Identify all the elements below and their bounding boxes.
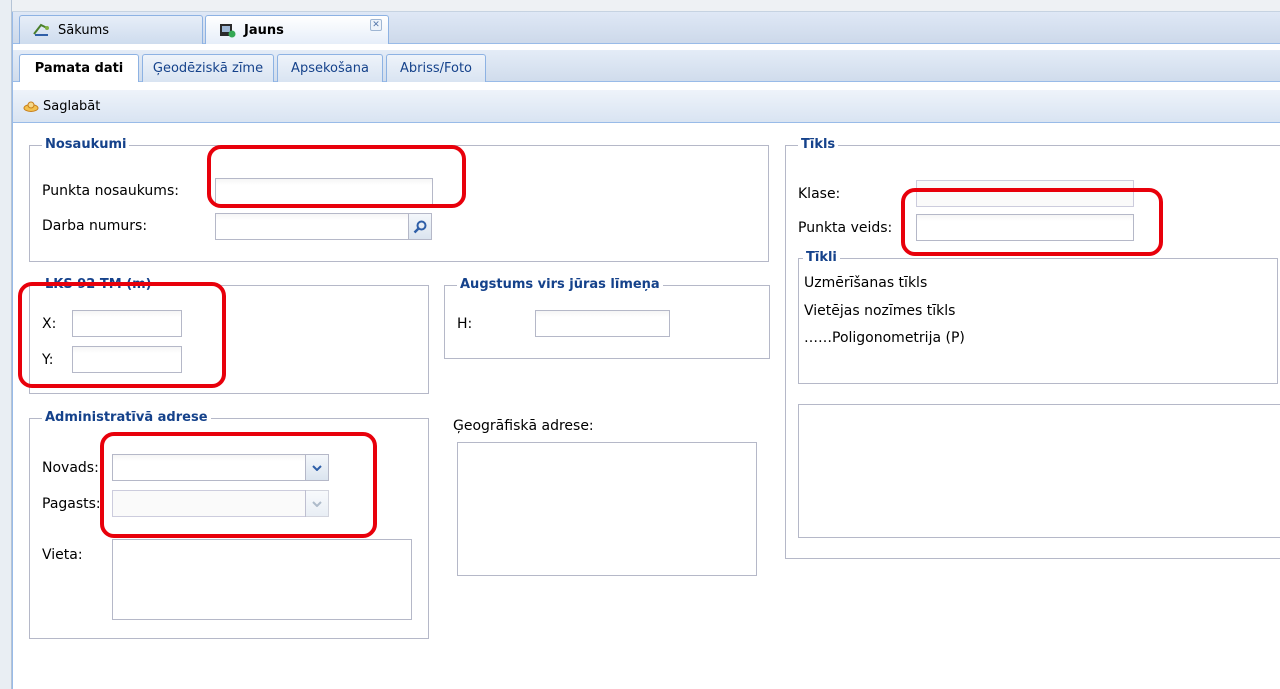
tab-sakums[interactable]: Sākums (19, 15, 203, 44)
editor-window: Sākums Jauns ✕ Pamata dati Ģeodēziskā zī… (12, 12, 1280, 689)
darba-numurs-input[interactable] (215, 213, 409, 240)
fieldset-lks: LKS 92 TM (m) X: Y: (29, 277, 429, 394)
h-input[interactable] (535, 310, 670, 337)
novads-dropdown-button[interactable] (305, 454, 329, 481)
toolbar: Saglabāt (13, 90, 1280, 123)
tab-apsekosana[interactable]: Apsekošana (277, 54, 383, 82)
tab-pamata-dati[interactable]: Pamata dati (19, 54, 139, 82)
label-pagasts: Pagasts: (42, 496, 101, 512)
geo-adrese-textarea[interactable] (457, 442, 757, 576)
x-input[interactable] (72, 310, 182, 337)
main-tab-bar: Sākums Jauns ✕ (13, 12, 1280, 44)
pagasts-select[interactable] (112, 490, 306, 517)
tab-label: Sākums (58, 22, 110, 38)
new-doc-icon (218, 22, 236, 38)
background-strip-top (0, 0, 1280, 12)
label-punkta-veids: Punkta veids: (798, 220, 893, 236)
fieldset-augstums: Augstums virs jūras līmeņa H: (444, 277, 770, 359)
tikls-description-area[interactable] (798, 404, 1280, 538)
label-vieta: Vieta: (42, 547, 83, 563)
fieldset-nosaukumi: Nosaukumi Punkta nosaukums: Darba numurs… (29, 137, 769, 262)
label-geo-adrese: Ģeogrāfiskā adrese: (453, 418, 594, 434)
tab-label: Jauns (244, 22, 284, 38)
label-y: Y: (42, 352, 54, 368)
tab-abriss-foto[interactable]: Abriss/Foto (386, 54, 486, 82)
pagasts-dropdown-button[interactable] (305, 490, 329, 517)
background-strip-left (0, 0, 12, 689)
legend-tikli: Tīkli (803, 250, 840, 266)
legend-admin-adrese: Administratīvā adrese (42, 410, 211, 426)
save-button[interactable]: Saglabāt (23, 99, 100, 114)
home-icon (32, 22, 50, 38)
fieldset-tikli: Tīkli Uzmērīšanas tīkls Vietējas nozīmes… (798, 250, 1278, 384)
fieldset-admin-adrese: Administratīvā adrese Novads: Pagasts: V… (29, 410, 429, 639)
label-punkta-nosaukums: Punkta nosaukums: (42, 183, 179, 199)
punkta-veids-input[interactable] (916, 214, 1134, 241)
save-label: Saglabāt (43, 98, 101, 114)
tab-jauns[interactable]: Jauns ✕ (205, 15, 389, 44)
label-h: H: (457, 316, 473, 332)
chevron-down-icon (312, 464, 322, 471)
save-icon (23, 100, 39, 112)
search-button[interactable] (408, 213, 432, 240)
search-icon (413, 220, 427, 233)
legend-lks: LKS 92 TM (m) (42, 277, 155, 293)
list-item[interactable]: Uzmērīšanas tīkls (804, 275, 927, 291)
punkta-nosaukums-input[interactable] (215, 178, 433, 205)
label-x: X: (42, 316, 57, 332)
close-icon[interactable]: ✕ (370, 19, 382, 31)
chevron-down-icon (312, 500, 322, 507)
label-darba-numurs: Darba numurs: (42, 218, 148, 234)
legend-tikls: Tīkls (798, 137, 839, 153)
y-input[interactable] (72, 346, 182, 373)
legend-nosaukumi: Nosaukumi (42, 137, 130, 153)
label-klase: Klase: (798, 186, 841, 202)
list-item[interactable]: ……Poligonometrija (P) (804, 330, 965, 346)
sub-tab-bar: Pamata dati Ģeodēziskā zīme Apsekošana A… (13, 50, 1280, 82)
tab-geodeziska-zime[interactable]: Ģeodēziskā zīme (142, 54, 274, 82)
label-novads: Novads: (42, 460, 99, 476)
novads-select[interactable] (112, 454, 306, 481)
fieldset-tikls: Tīkls Klase: Punkta veids: Tīkli Uzmērīš… (785, 137, 1280, 559)
list-item[interactable]: Vietējas nozīmes tīkls (804, 303, 955, 319)
klase-input[interactable] (916, 180, 1134, 207)
legend-augstums: Augstums virs jūras līmeņa (457, 277, 663, 293)
vieta-textarea[interactable] (112, 539, 412, 620)
